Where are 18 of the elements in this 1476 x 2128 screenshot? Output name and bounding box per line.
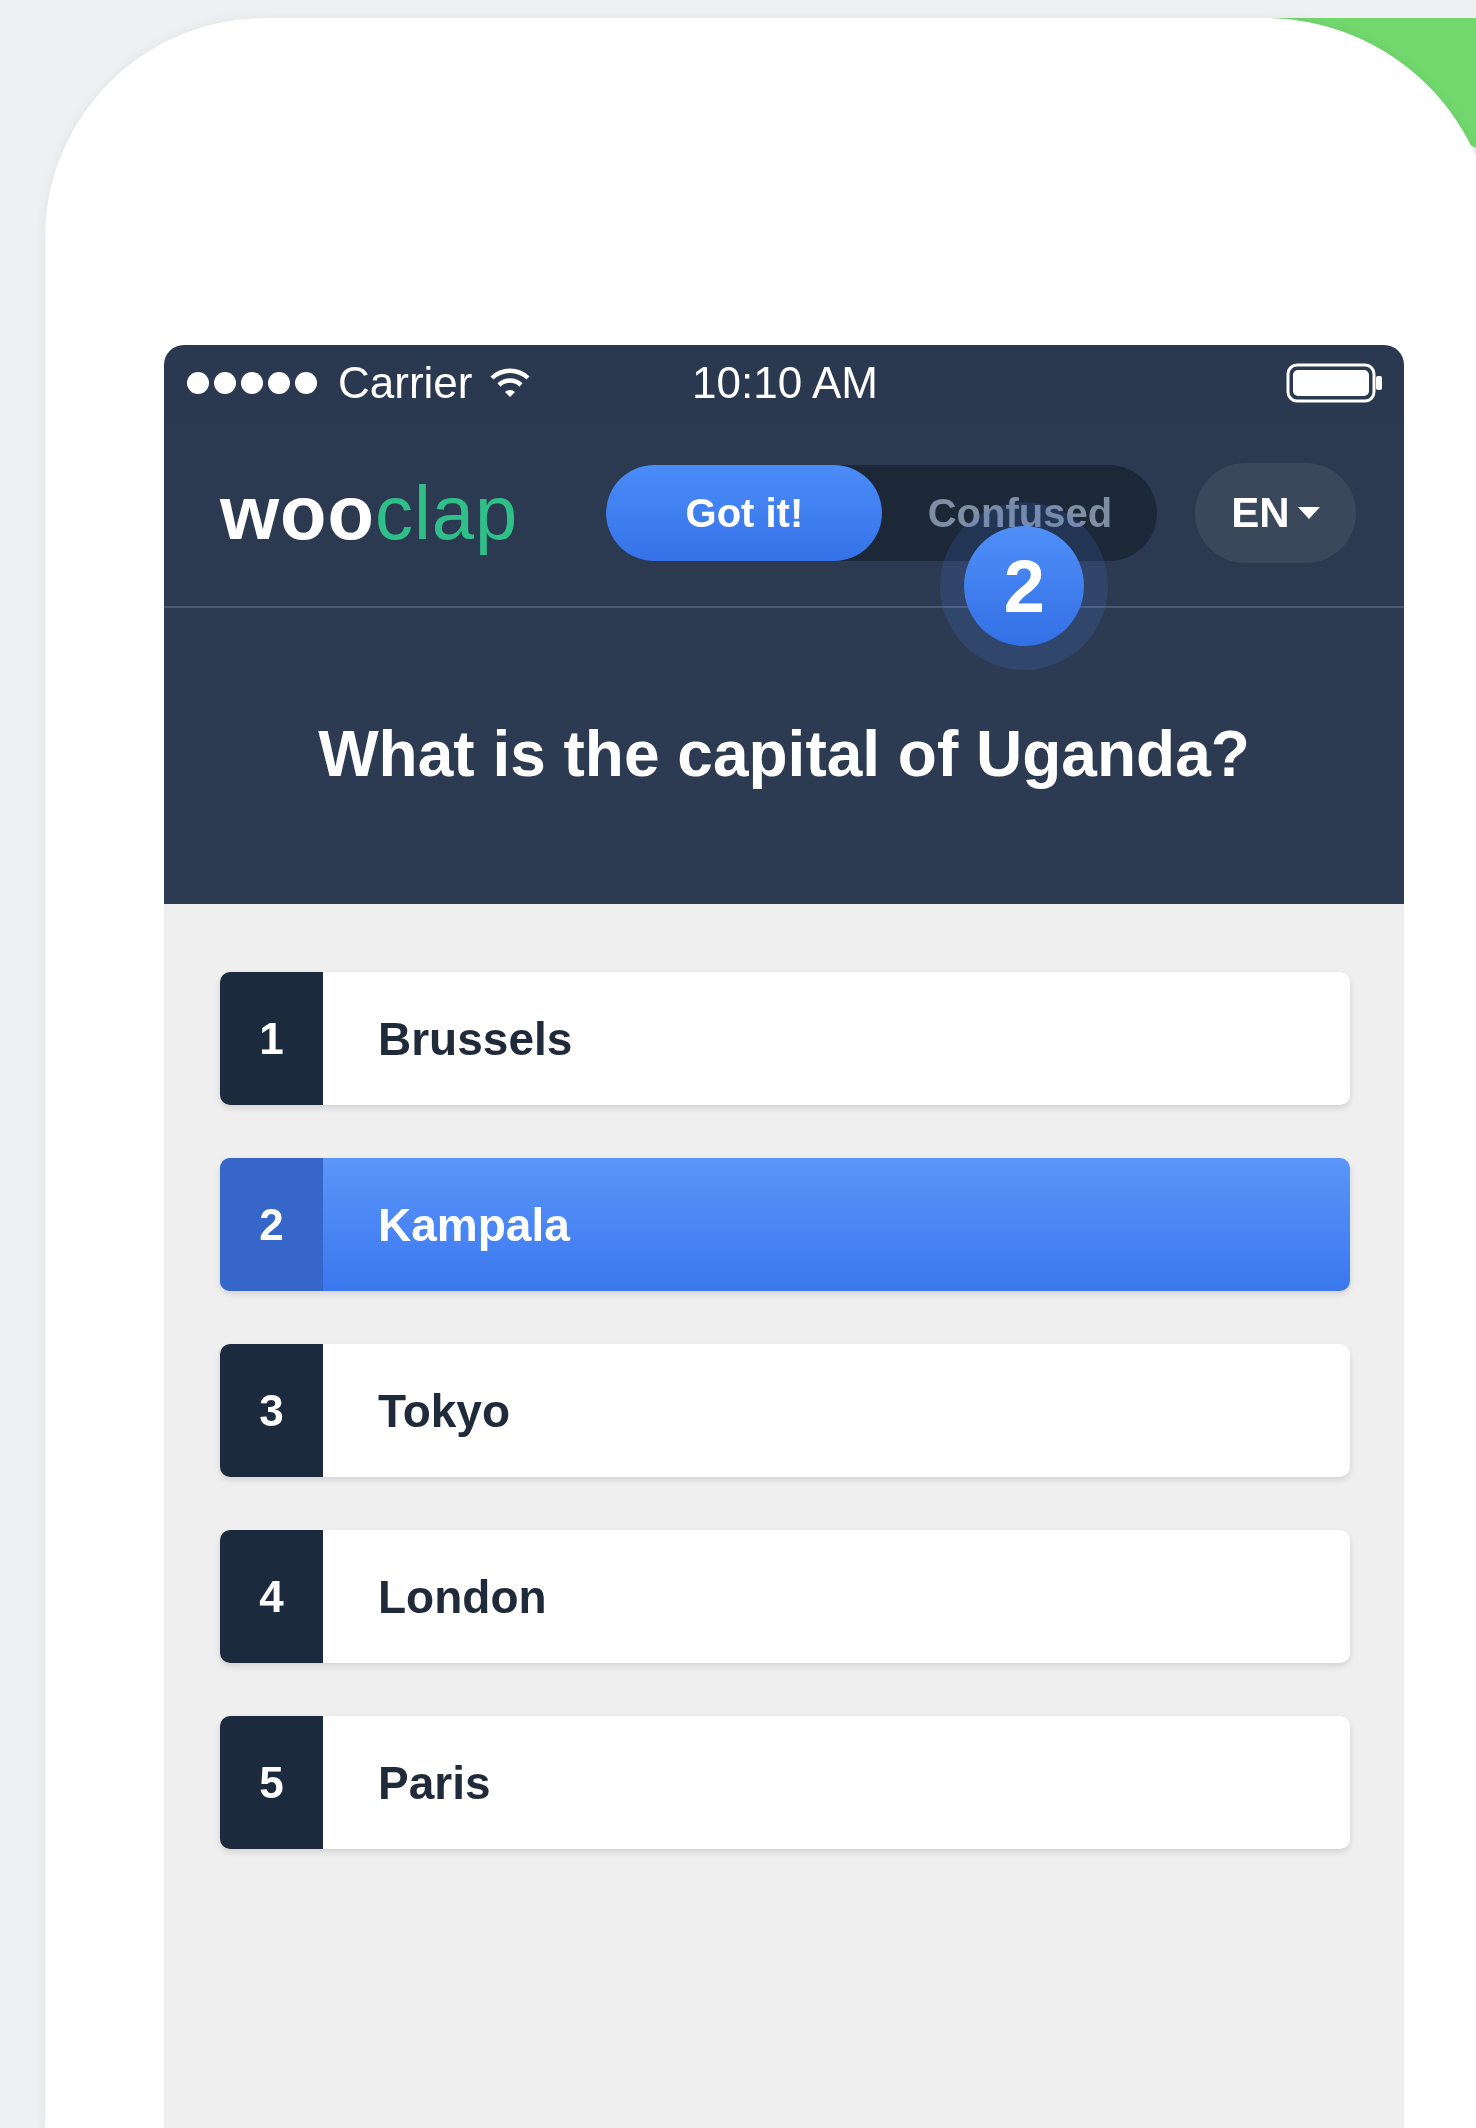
answer-option[interactable]: 1 Brussels (220, 972, 1350, 1105)
signal-icon (186, 370, 320, 395)
answer-option[interactable]: 2 Kampala (220, 1158, 1350, 1291)
answer-number: 2 (220, 1158, 323, 1291)
battery-icon (1286, 362, 1384, 403)
carrier-label: Carrier (338, 360, 473, 405)
caret-icon (1297, 507, 1320, 519)
toggle-option[interactable]: Got it! (606, 465, 883, 561)
answer-number: 1 (220, 972, 323, 1105)
answer-number: 5 (220, 1716, 323, 1849)
status-time: 10:10 AM (692, 360, 878, 405)
answer-option[interactable]: 4 London (220, 1530, 1350, 1663)
language-button[interactable]: EN (1195, 463, 1356, 563)
answer-option[interactable]: 3 Tokyo (220, 1344, 1350, 1477)
answer-number: 4 (220, 1530, 323, 1663)
wifi-icon (490, 367, 531, 398)
answer-number: 3 (220, 1344, 323, 1477)
answer-option[interactable]: 5 Paris (220, 1716, 1350, 1849)
